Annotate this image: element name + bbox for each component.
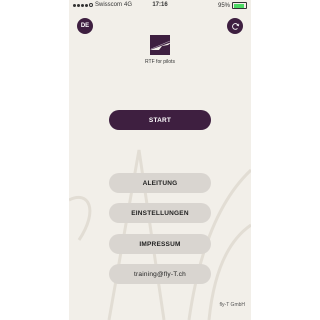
- settings-button[interactable]: EINSTELLUNGEN: [109, 203, 211, 223]
- app-screen: Swisscom 4G 17:16 95% DE RTF for pilots …: [69, 0, 251, 320]
- status-bar: Swisscom 4G 17:16 95%: [69, 0, 251, 10]
- language-button[interactable]: DE: [77, 18, 93, 34]
- plane-logo-icon: [150, 35, 172, 55]
- impressum-button[interactable]: IMPRESSUM: [109, 234, 211, 254]
- start-button[interactable]: START: [109, 110, 211, 130]
- company-footer: fly-T GmbH: [219, 302, 245, 308]
- sync-button[interactable]: [227, 18, 243, 34]
- email-link[interactable]: training@fly-T.ch: [109, 264, 211, 284]
- language-label: DE: [80, 23, 90, 29]
- refresh-icon: [231, 22, 239, 30]
- battery-icon: [232, 2, 247, 9]
- brand-name: RTF for pilots: [145, 59, 175, 65]
- battery-percent: 95%: [217, 2, 230, 9]
- aleitung-button[interactable]: ALEITUNG: [109, 173, 211, 193]
